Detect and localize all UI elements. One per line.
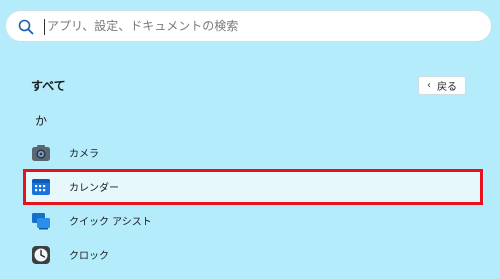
- search-input[interactable]: [47, 15, 467, 37]
- app-item-camera[interactable]: カメラ: [23, 137, 484, 169]
- letter-group-header: か: [35, 114, 48, 128]
- camera-icon: [32, 145, 50, 161]
- section-title-all: すべて: [31, 79, 66, 93]
- app-label: カレンダー: [69, 183, 119, 194]
- calendar-icon: [32, 179, 50, 195]
- app-item-clock[interactable]: クロック: [23, 239, 484, 271]
- search-icon: [18, 19, 34, 35]
- quick-assist-icon: [32, 213, 50, 230]
- app-item-calendar[interactable]: カレンダー: [23, 171, 484, 203]
- app-label: カメラ: [69, 149, 99, 160]
- chevron-left-icon: ‹: [427, 79, 431, 91]
- back-button-label: 戻る: [437, 82, 457, 93]
- start-menu-all-apps: すべて ‹ 戻る か カメラ カレンダー: [0, 0, 500, 279]
- back-button[interactable]: ‹ 戻る: [418, 76, 466, 95]
- search-box[interactable]: [5, 10, 492, 42]
- app-label: クロック: [69, 251, 109, 262]
- text-caret: [44, 19, 45, 35]
- app-label: クイック アシスト: [69, 217, 152, 228]
- clock-icon: [32, 246, 50, 264]
- app-item-quick-assist[interactable]: クイック アシスト: [23, 205, 484, 237]
